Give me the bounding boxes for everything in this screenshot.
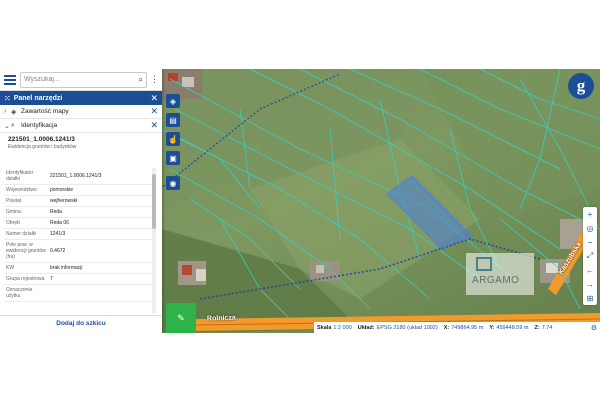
zoom-controls: + ◎ − ⤢ ← → ⊞ <box>583 207 597 305</box>
table-row: Województwo pomorskie <box>4 185 154 196</box>
search-icon[interactable]: ⌕ <box>139 75 143 85</box>
search-row: ⌕ ⋮ <box>0 69 162 91</box>
table-row: Numer działki 1241/3 <box>4 229 154 240</box>
z-label: Z: <box>534 324 540 331</box>
watermark-text: ARGAMO <box>472 275 520 286</box>
attr-key: Numer działki <box>6 231 37 237</box>
watermark-logo-icon <box>476 257 492 271</box>
attr-key: Identyfikator działki <box>6 170 34 182</box>
attr-value: 7 <box>50 276 53 282</box>
identify-icon[interactable]: ☝ <box>166 132 180 146</box>
attr-key: Oznaczenie użytku <box>6 287 33 299</box>
y-label: Y: <box>489 324 495 331</box>
attr-value: 0.4672 <box>50 248 66 254</box>
locate-icon[interactable]: ◎ <box>583 221 597 235</box>
tools-panel: ⌕ ⋮ ⁙ Panel narzędzi ✕ › ◈ Zawartość map… <box>0 69 162 333</box>
scrollbar-thumb[interactable] <box>152 174 156 229</box>
attr-value: Reda <box>50 209 62 215</box>
close-panel-icon[interactable]: ✕ <box>150 93 158 104</box>
attr-key: Obręb <box>6 220 20 226</box>
z-value: 7.74 <box>541 324 553 331</box>
crs-label: Układ: <box>357 324 375 331</box>
table-row: Gmina Reda <box>4 207 154 218</box>
table-row: Pole pow. w ewidencji gruntów (ha) 0.4672 <box>4 240 154 263</box>
forward-icon[interactable]: → <box>583 277 597 291</box>
watermark: ARGAMO <box>466 253 534 295</box>
logo-icon[interactable]: g <box>568 73 594 99</box>
zoom-out-icon[interactable]: − <box>583 235 597 249</box>
share-icon[interactable]: ⊞ <box>583 291 597 305</box>
close-section-map-icon[interactable]: ✕ <box>150 106 158 117</box>
section-map-content[interactable]: › ◈ Zawartość mapy ✕ <box>0 105 162 119</box>
add-to-sketch-button[interactable]: Dodaj do szkicu <box>0 315 162 331</box>
zoom-in-icon[interactable]: + <box>583 207 597 221</box>
attr-value: pomorskie <box>50 187 74 193</box>
tools-panel-header: ⁙ Panel narzędzi ✕ <box>0 91 162 105</box>
x-value: 749864.95 m <box>451 324 484 331</box>
clipboard-icon[interactable]: ▣ <box>166 151 180 165</box>
print-icon[interactable]: ▤ <box>166 113 180 127</box>
app-window: Rolnicza Kaszubska ARGAMO g ◈ ▤ ☝ ▣ ◉ + … <box>0 69 600 333</box>
grid-icon: ⁙ <box>4 93 11 103</box>
attr-key: Gmina <box>6 209 21 215</box>
search-input[interactable] <box>24 76 139 83</box>
attr-value: wejherowski <box>50 198 78 204</box>
y-value: 459448.59 m <box>496 324 529 331</box>
attr-key: Województwo <box>6 187 37 193</box>
section-identification-label: Identyfikacja <box>21 122 58 129</box>
edit-icon[interactable]: ✎ <box>166 303 196 333</box>
map-tool-column: ◈ ▤ ☝ ▣ ◉ <box>166 94 180 190</box>
tools-panel-title: Panel narzędzi <box>13 94 63 102</box>
table-row: Powiat wejherowski <box>4 196 154 207</box>
table-row: Grupa rejestrowa 7 <box>4 274 154 285</box>
status-bar: Skala 1:2 000 Układ: EPSG 2180 (układ 19… <box>314 322 600 333</box>
fullscreen-icon[interactable]: ⤢ <box>583 249 597 263</box>
table-row: Identyfikator działki 221501_1.0006.1241/… <box>4 168 154 185</box>
attr-key: Powiat <box>6 198 22 204</box>
attr-key: Pole pow. w ewidencji gruntów (ha) <box>6 242 46 260</box>
chevron-down-icon: ⌄ <box>4 122 10 130</box>
attr-value <box>48 291 154 295</box>
menu-icon[interactable] <box>4 74 16 85</box>
settings-icon[interactable]: ⚙ <box>591 324 597 332</box>
crs-value[interactable]: EPSG 2180 (układ 1992) <box>377 325 438 331</box>
table-row: KW brak informacji <box>4 263 154 274</box>
camera-icon[interactable]: ◉ <box>166 176 180 190</box>
magnifier-icon: ⌕ <box>11 121 15 129</box>
layers-small-icon: ◈ <box>11 108 17 116</box>
section-identification[interactable]: ⌄ ⌕ Identyfikacja ✕ <box>0 119 162 133</box>
layers-icon[interactable]: ◈ <box>166 94 180 108</box>
attr-value: 1241/3 <box>50 231 66 237</box>
more-options-icon[interactable]: ⋮ <box>150 74 159 85</box>
attr-value: brak informacji <box>50 265 83 271</box>
table-row: Oznaczenie użytku <box>4 285 154 302</box>
attribute-table: Identyfikator działki 221501_1.0006.1241/… <box>4 168 154 313</box>
attr-value: Reda 06 <box>50 220 69 226</box>
street-label-rolnicza: Rolnicza <box>206 314 236 323</box>
chevron-right-icon: › <box>4 108 7 115</box>
attr-value: 221501_1.0006.1241/3 <box>50 173 102 179</box>
parcel-source: Ewidencja gruntów i budynków <box>8 144 77 150</box>
scale-label: Skala <box>317 324 332 331</box>
scale-value[interactable]: 1:2 000 <box>333 325 351 331</box>
close-section-ident-icon[interactable]: ✕ <box>150 120 158 131</box>
table-row: Obręb Reda 06 <box>4 218 154 229</box>
x-label: X: <box>443 324 450 331</box>
search-box: ⌕ <box>20 71 147 88</box>
parcel-id: 221501_1.0006.1241/3 <box>8 136 75 143</box>
section-map-content-label: Zawartość mapy <box>21 108 69 115</box>
back-icon[interactable]: ← <box>583 263 597 277</box>
attr-key: Grupa rejestrowa <box>6 276 45 282</box>
attr-key: KW <box>6 265 15 271</box>
attribute-scrollbar[interactable] <box>152 168 156 313</box>
